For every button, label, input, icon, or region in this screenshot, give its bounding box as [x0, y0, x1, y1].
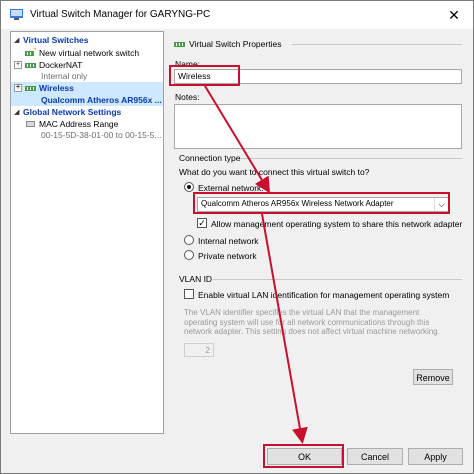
divider	[213, 279, 462, 280]
switch-tree[interactable]: ◢ Virtual Switches New virtual network s…	[10, 31, 164, 434]
name-input[interactable]: Wireless	[174, 69, 462, 84]
tree-item-wireless-sub: Qualcomm Atheros AR956x ...	[11, 94, 163, 106]
vlan-description: The VLAN identifier specifies the virtua…	[184, 308, 440, 336]
properties-title: Virtual Switch Properties	[189, 39, 282, 49]
ok-button[interactable]: OK	[267, 448, 342, 465]
tree-item-dockernat-sub: Internal only	[41, 71, 88, 81]
collapse-arrow-icon[interactable]: ◢	[14, 35, 19, 47]
notes-textarea[interactable]	[174, 104, 462, 149]
internal-network-label[interactable]: Internal network	[198, 236, 258, 246]
notes-label: Notes:	[175, 92, 200, 102]
expand-plus-icon[interactable]: +	[14, 84, 22, 92]
tree-item-wireless[interactable]: + Wireless	[11, 82, 163, 94]
tree-header-virtual-switches[interactable]: ◢ Virtual Switches	[11, 34, 163, 46]
title-bar: Virtual Switch Manager for GARYNG-PC ✕	[1, 1, 473, 29]
app-icon	[10, 9, 23, 20]
apply-button[interactable]: Apply	[408, 448, 463, 465]
divider	[292, 44, 462, 45]
adapter-select[interactable]: Qualcomm Atheros AR956x Wireless Network…	[197, 197, 449, 212]
chevron-down-icon[interactable]: ⌵	[434, 198, 448, 211]
vlan-enable-checkbox[interactable]	[184, 289, 194, 299]
vlan-title: VLAN ID	[179, 274, 213, 284]
new-switch-icon	[25, 48, 36, 56]
remove-button[interactable]: Remove	[413, 369, 453, 385]
private-network-radio[interactable]	[184, 250, 194, 260]
private-network-label[interactable]: Private network	[198, 251, 257, 261]
name-label: Name:	[175, 59, 201, 69]
tree-header-global-settings[interactable]: ◢ Global Network Settings	[11, 106, 163, 118]
vlan-enable-label[interactable]: Enable virtual LAN identification for ma…	[198, 290, 449, 300]
window-title: Virtual Switch Manager for GARYNG-PC	[30, 9, 211, 20]
vlan-id-input[interactable]: 2	[184, 343, 214, 357]
internal-network-radio[interactable]	[184, 235, 194, 245]
allow-management-checkbox[interactable]: ✓	[197, 218, 207, 228]
switch-properties-panel: Virtual Switch Properties Name: Wireless…	[167, 31, 468, 434]
network-switch-icon	[25, 63, 36, 68]
expand-plus-icon[interactable]: +	[14, 61, 22, 69]
virtual-switch-manager-window: Virtual Switch Manager for GARYNG-PC ✕ ◢…	[0, 0, 474, 474]
external-network-radio[interactable]	[184, 182, 194, 192]
tree-item-mac-sub: 00-15-5D-38-01-00 to 00-15-5...	[41, 130, 162, 140]
external-network-label[interactable]: External network:	[198, 183, 264, 193]
network-switch-icon	[174, 42, 185, 47]
network-switch-icon	[25, 86, 36, 91]
connection-question: What do you want to connect this virtual…	[179, 167, 370, 177]
cancel-button[interactable]: Cancel	[347, 448, 403, 465]
allow-management-label[interactable]: Allow management operating system to sha…	[211, 219, 462, 229]
mac-address-icon	[26, 121, 35, 127]
divider	[240, 158, 462, 159]
tree-item-new-switch[interactable]: New virtual network switch	[11, 47, 163, 59]
close-icon[interactable]: ✕	[435, 1, 473, 29]
connection-type-title: Connection type	[179, 153, 241, 163]
